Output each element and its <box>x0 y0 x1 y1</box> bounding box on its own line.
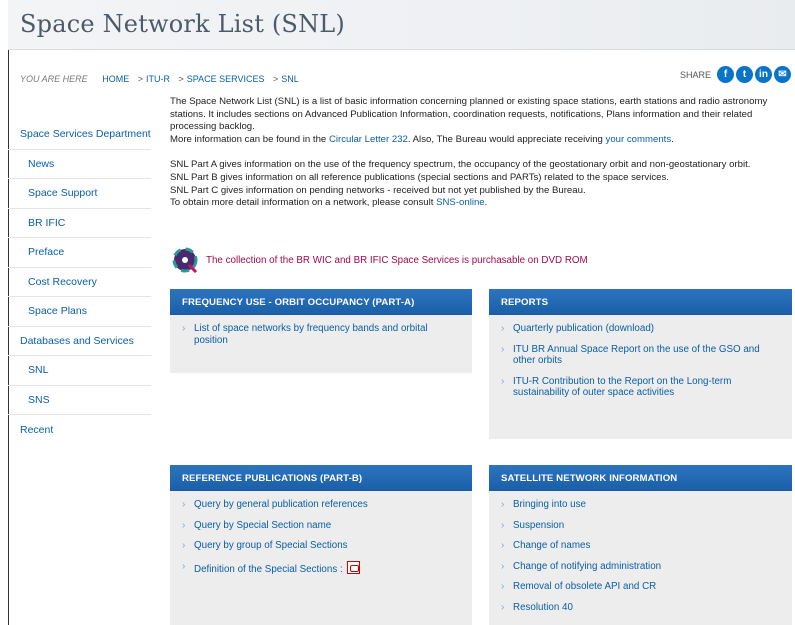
list-item[interactable]: Bringing into use <box>501 499 784 511</box>
list-item[interactable]: Query by general publication references <box>182 499 464 511</box>
sidebar-item-preface[interactable]: Preface <box>8 238 151 268</box>
sidebar-item-news[interactable]: News <box>8 150 151 179</box>
sidebar-item-space-plans[interactable]: Space Plans <box>8 297 151 327</box>
twitter-icon[interactable]: t <box>736 66 753 83</box>
satellite-network-info-box-title: SATELLITE NETWORK INFORMATION <box>489 465 792 491</box>
dvd-disc-icon <box>172 247 198 273</box>
intro-text: The Space Network List (SNL) is a list o… <box>170 96 790 210</box>
part-b-box: REFERENCE PUBLICATIONS (PART-B) Query by… <box>170 465 472 625</box>
breadcrumb-itu-r[interactable]: ITU-R <box>146 74 170 84</box>
sidebar-item-databases-and-services[interactable]: Databases and Services <box>8 327 151 356</box>
sidebar-item-snl[interactable]: SNL <box>8 356 151 386</box>
sidebar-item-sns[interactable]: SNS <box>8 386 151 415</box>
list-item[interactable]: Resolution 40 <box>501 602 784 614</box>
dvd-promo-text: The collection of the BR WIC and BR IFIC… <box>206 254 588 266</box>
list-item[interactable]: List of space networks by frequency band… <box>182 323 464 346</box>
breadcrumb-home[interactable]: HOME <box>102 74 129 84</box>
sidebar-item-cost-recovery[interactable]: Cost Recovery <box>8 268 151 297</box>
email-icon[interactable]: ✉ <box>774 66 791 83</box>
list-item[interactable]: Query by Special Section name <box>182 520 464 532</box>
breadcrumb-here-label: YOU ARE HERE <box>20 74 88 84</box>
intro-paragraph: The Space Network List (SNL) is a list o… <box>170 96 768 133</box>
circular-letter-link[interactable]: Circular Letter 232 <box>329 134 408 145</box>
page-title: Space Network List (SNL) <box>20 10 345 38</box>
sidebar-item-br-ific[interactable]: BR IFIC <box>8 209 151 238</box>
part-a-box-title: FREQUENCY USE - ORBIT OCCUPANCY (PART-A) <box>170 289 472 315</box>
part-c-description: SNL Part C gives information on pending … <box>170 184 586 196</box>
sns-online-link[interactable]: SNS-online <box>436 197 485 208</box>
breadcrumb-space-services[interactable]: SPACE SERVICES <box>187 74 265 84</box>
list-item[interactable]: Change of names <box>501 540 784 552</box>
part-b-description: SNL Part B gives information on all refe… <box>170 171 669 183</box>
part-a-box: FREQUENCY USE - ORBIT OCCUPANCY (PART-A)… <box>170 289 472 373</box>
sidebar-item-recent[interactable]: Recent <box>8 415 151 445</box>
linkedin-icon[interactable]: in <box>755 66 772 83</box>
dvd-promo[interactable]: The collection of the BR WIC and BR IFIC… <box>172 247 588 273</box>
breadcrumb-snl[interactable]: SNL <box>281 74 299 84</box>
sidebar: Space Services Department News Space Sup… <box>8 120 151 445</box>
sidebar-item-space-support[interactable]: Space Support <box>8 179 151 209</box>
satellite-network-info-box: SATELLITE NETWORK INFORMATION Bringing i… <box>489 465 792 625</box>
share-label: SHARE <box>679 69 711 80</box>
list-item[interactable]: ITU-R Contribution to the Report on the … <box>501 376 784 399</box>
sidebar-item-space-services-department[interactable]: Space Services Department <box>8 120 151 150</box>
list-item[interactable]: Change of notifying administration <box>501 561 784 573</box>
share-bar: SHARE f t in ✉ <box>680 66 791 83</box>
part-a-description: SNL Part A gives information on the use … <box>170 159 751 171</box>
reports-box-title: REPORTS <box>489 289 792 315</box>
part-b-box-title: REFERENCE PUBLICATIONS (PART-B) <box>170 465 472 491</box>
your-comments-link[interactable]: your comments <box>606 134 672 145</box>
intro-more-info: More information can be found in the Cir… <box>170 133 674 145</box>
pdf-icon[interactable] <box>347 560 361 574</box>
breadcrumb: YOU ARE HERE HOME > ITU-R > SPACE SERVICES… <box>20 74 299 84</box>
list-item[interactable]: Definition of the Special Sections : <box>182 560 464 576</box>
page-header: Space Network List (SNL) <box>8 0 795 50</box>
facebook-icon[interactable]: f <box>717 66 734 83</box>
list-item[interactable]: Query by group of Special Sections <box>182 540 464 552</box>
reports-box: REPORTS Quarterly publication (download)… <box>489 289 792 439</box>
list-item[interactable]: Suspension <box>501 520 784 532</box>
list-item[interactable]: Quarterly publication (download) <box>501 323 784 335</box>
list-item[interactable]: Removal of obsolete API and CR <box>501 581 784 593</box>
detail-info: To obtain more detail information on a n… <box>170 197 488 209</box>
list-item[interactable]: ITU BR Annual Space Report on the use of… <box>501 344 784 367</box>
